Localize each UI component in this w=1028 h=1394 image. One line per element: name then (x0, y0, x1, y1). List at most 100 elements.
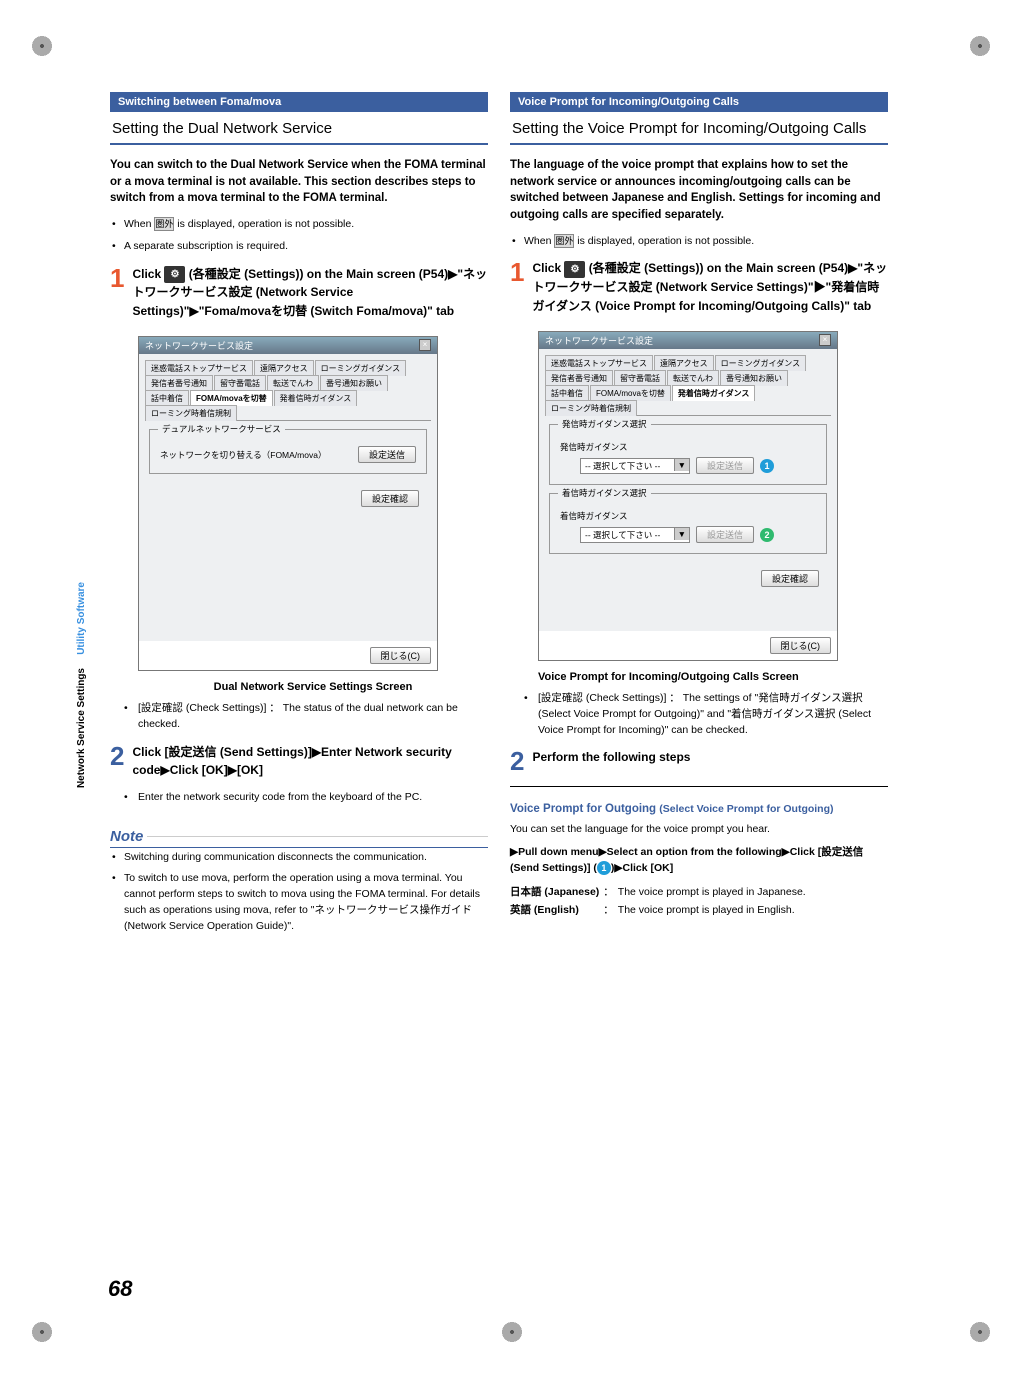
dialog-tab-active[interactable]: FOMA/movaを切替 (190, 390, 273, 406)
badge-2-icon: 2 (760, 528, 774, 542)
section-tag: Voice Prompt for Incoming/Outgoing Calls (510, 92, 888, 112)
confirm-settings-button[interactable]: 設定確認 (761, 570, 819, 587)
field-label: 着信時ガイダンス (560, 510, 816, 522)
dialog-tab[interactable]: 遠隔アクセス (254, 360, 314, 376)
dialog-screenshot: ネットワークサービス設定 × 迷惑電話ストップサービス 遠隔アクセス ローミングガ… (138, 336, 438, 671)
caption-note: [設定確認 (Check Settings)] ： The status of … (110, 701, 488, 733)
option-label: 日本語 (Japanese) (510, 885, 599, 901)
antenna-off-icon: 圏外 (154, 217, 174, 231)
step-instruction: Perform the following steps (532, 748, 888, 774)
screenshot-caption: Dual Network Service Settings Screen (138, 681, 488, 693)
section-tabs: Utility Software Network Service Setting… (76, 580, 87, 799)
step-number: 2 (510, 748, 524, 774)
dialog-tab[interactable]: 転送でんわ (267, 375, 319, 391)
send-settings-button[interactable]: 設定送信 (358, 446, 416, 463)
option-label: 英語 (English) (510, 903, 599, 919)
instruction-line: ▶Pull down menu▶Select an option from th… (510, 845, 888, 877)
step-instruction: Click ⚙ (各種設定 (Settings)) on the Main sc… (532, 259, 888, 315)
crop-mark (968, 1320, 992, 1344)
crop-mark (30, 34, 54, 58)
badge-1-icon: 1 (760, 459, 774, 473)
bullet-item: A separate subscription is required. (110, 239, 488, 255)
right-column: Voice Prompt for Incoming/Outgoing Calls… (510, 92, 888, 938)
option-desc: The voice prompt is played in English. (618, 903, 888, 919)
fieldset-outgoing: 発信時ガイダンス選択 発信時ガイダンス -- 選択して下さい -- 設定送信 1 (549, 424, 827, 485)
caption-note: [設定確認 (Check Settings)] ： The settings o… (510, 691, 888, 738)
subsection-title: Voice Prompt for Outgoing (Select Voice … (510, 801, 888, 817)
crop-mark (968, 34, 992, 58)
screenshot-caption: Voice Prompt for Incoming/Outgoing Calls… (538, 671, 888, 683)
field-label: 発信時ガイダンス (560, 441, 816, 453)
crop-mark (500, 1320, 524, 1344)
dialog-tab[interactable]: 話中着信 (545, 385, 589, 401)
dialog-title: ネットワークサービス設定 (145, 339, 253, 352)
dialog-tab[interactable]: 留守番電話 (214, 375, 266, 391)
dialog-tab[interactable]: 発信者番号通知 (545, 370, 613, 386)
step-number: 2 (110, 743, 124, 780)
section-title: Setting the Dual Network Service (110, 114, 488, 145)
dialog-tab[interactable]: 迷惑電話ストップサービス (145, 360, 253, 376)
dialog-tab[interactable]: ローミングガイダンス (715, 355, 807, 371)
confirm-settings-button[interactable]: 設定確認 (361, 490, 419, 507)
gear-icon: ⚙ (564, 261, 585, 279)
badge-1-icon: 1 (597, 861, 611, 875)
switch-label: ネットワークを切り替える（FOMA/mova） (160, 449, 326, 461)
note-header: Note (110, 828, 488, 848)
section-title: Setting the Voice Prompt for Incoming/Ou… (510, 114, 888, 145)
step-2: 2 Click [設定送信 (Send Settings)]▶Enter Net… (110, 743, 488, 780)
dialog-screenshot: ネットワークサービス設定× 迷惑電話ストップサービス 遠隔アクセス ローミングガ… (538, 331, 838, 661)
incoming-select[interactable]: -- 選択して下さい -- (580, 527, 690, 543)
option-table: 日本語 (Japanese)：The voice prompt is playe… (510, 885, 888, 919)
fieldset-legend: 着信時ガイダンス選択 (558, 487, 651, 499)
close-button[interactable]: 閉じる(C) (370, 647, 432, 664)
step-instruction: Click [設定送信 (Send Settings)]▶Enter Netwo… (132, 743, 488, 780)
dialog-tab[interactable]: 話中着信 (145, 390, 189, 406)
close-icon[interactable]: × (419, 339, 431, 351)
fieldset-incoming: 着信時ガイダンス選択 着信時ガイダンス -- 選択して下さい -- 設定送信 2 (549, 493, 827, 554)
step-number: 1 (110, 265, 124, 321)
outgoing-select[interactable]: -- 選択して下さい -- (580, 458, 690, 474)
close-button[interactable]: 閉じる(C) (770, 637, 832, 654)
bullet-item: When 圏外 is displayed, operation is not p… (110, 217, 488, 233)
close-icon[interactable]: × (819, 334, 831, 346)
dialog-tab[interactable]: 番号通知お願い (320, 375, 388, 391)
dialog-tab[interactable]: 遠隔アクセス (654, 355, 714, 371)
fieldset-legend: デュアルネットワークサービス (158, 423, 285, 435)
dialog-tab[interactable]: 留守番電話 (614, 370, 666, 386)
dialog-tab[interactable]: 発信者番号通知 (145, 375, 213, 391)
intro-text: The language of the voice prompt that ex… (510, 157, 888, 224)
gear-icon: ⚙ (164, 266, 185, 284)
step-1: 1 Click ⚙ (各種設定 (Settings)) on the Main … (510, 259, 888, 315)
send-settings-button[interactable]: 設定送信 (696, 526, 754, 543)
side-tab-blue: Utility Software (76, 580, 87, 657)
dialog-tab[interactable]: 発着信時ガイダンス (274, 390, 358, 406)
note-item: Switching during communication disconnec… (110, 850, 488, 866)
send-settings-button[interactable]: 設定送信 (696, 457, 754, 474)
step-instruction: Click ⚙ (各種設定 (Settings)) on the Main sc… (132, 265, 488, 321)
step-note: Enter the network security code from the… (110, 790, 488, 806)
crop-mark (30, 1320, 54, 1344)
fieldset-legend: 発信時ガイダンス選択 (558, 418, 651, 430)
dialog-tabs: 迷惑電話ストップサービス 遠隔アクセス ローミングガイダンス 発信者番号通知 留… (145, 360, 431, 421)
intro-text: You can switch to the Dual Network Servi… (110, 157, 488, 207)
dialog-tab[interactable]: 番号通知お願い (720, 370, 788, 386)
dialog-tab-active[interactable]: 発着信時ガイダンス (672, 385, 756, 401)
dialog-tab[interactable]: ローミング時着信規制 (145, 405, 237, 421)
dialog-tab[interactable]: FOMA/movaを切替 (590, 385, 671, 401)
subsection-desc: You can set the language for the voice p… (510, 822, 888, 838)
step-1: 1 Click ⚙ (各種設定 (Settings)) on the Main … (110, 265, 488, 321)
note-item: To switch to use mova, perform the opera… (110, 871, 488, 934)
dialog-tabs: 迷惑電話ストップサービス 遠隔アクセス ローミングガイダンス 発信者番号通知 留… (545, 355, 831, 416)
step-number: 1 (510, 259, 524, 315)
section-tag: Switching between Foma/mova (110, 92, 488, 112)
page-number: 68 (108, 1276, 132, 1302)
dialog-tab[interactable]: ローミング時着信規制 (545, 400, 637, 416)
left-column: Switching between Foma/mova Setting the … (110, 92, 488, 938)
dialog-tab[interactable]: ローミングガイダンス (315, 360, 407, 376)
dialog-tab[interactable]: 転送でんわ (667, 370, 719, 386)
dialog-tab[interactable]: 迷惑電話ストップサービス (545, 355, 653, 371)
bullet-item: When 圏外 is displayed, operation is not p… (510, 234, 888, 250)
option-desc: The voice prompt is played in Japanese. (618, 885, 888, 901)
step-2: 2 Perform the following steps (510, 748, 888, 774)
antenna-off-icon: 圏外 (554, 234, 574, 248)
